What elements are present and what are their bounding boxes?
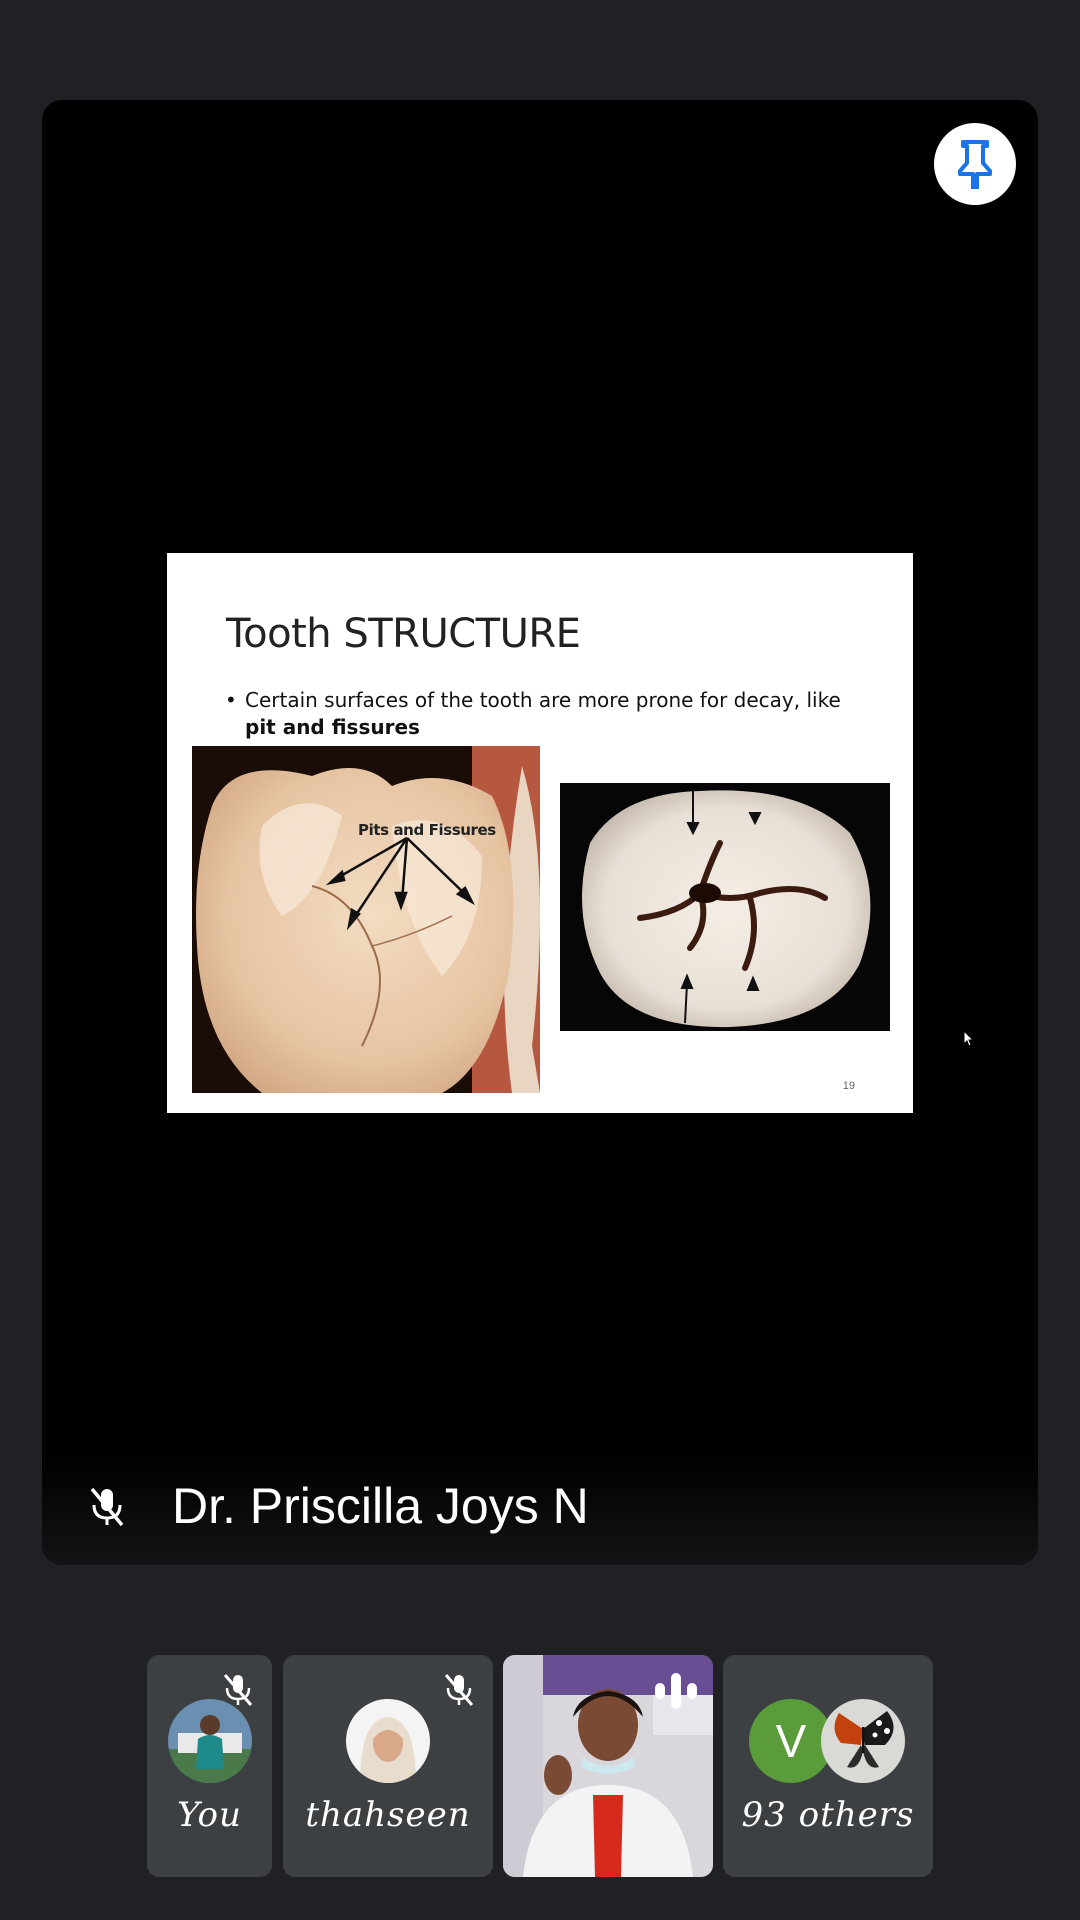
pin-button[interactable]: [934, 123, 1016, 205]
speaker-name: Dr. Priscilla Joys N: [172, 1478, 589, 1534]
slide-page-number: 19: [842, 1080, 855, 1092]
slide-bullet: • Certain surfaces of the tooth are more…: [225, 687, 885, 741]
speaker-info-bar: Dr. Priscilla Joys N: [42, 1455, 1038, 1565]
bullet-text: Certain surfaces of the tooth are more p…: [245, 688, 841, 712]
mic-off-icon: [90, 1487, 124, 1527]
bullet-dot: •: [225, 688, 237, 712]
participant-name: You: [177, 1795, 242, 1835]
presentation-slide: Tooth STRUCTURE • Certain surfaces of th…: [167, 553, 913, 1113]
avatar: [167, 1699, 252, 1783]
speaking-indicator-icon: [655, 1673, 697, 1709]
tooth-photo-left: Pits and Fissures: [192, 746, 540, 1093]
slide-title: Tooth STRUCTURE: [226, 611, 581, 657]
pits-fissures-label: Pits and Fissures: [358, 821, 496, 839]
participant-tile-thahseen[interactable]: thahseen: [283, 1655, 493, 1877]
participant-tile-others[interactable]: V 93 others: [723, 1655, 933, 1877]
mouse-cursor-icon: [963, 1030, 975, 1047]
participant-name: 93 others: [741, 1795, 915, 1835]
participant-tile-you[interactable]: You: [147, 1655, 272, 1877]
avatar: [346, 1699, 430, 1783]
bullet-bold-text: pit and fissures: [245, 715, 420, 739]
pin-icon: [958, 140, 992, 189]
participant-name: thahseen: [305, 1795, 471, 1835]
avatar: [821, 1699, 905, 1783]
mic-off-icon: [444, 1674, 474, 1706]
participant-tile-video[interactable]: [503, 1655, 713, 1877]
tooth-photo-right: [560, 783, 890, 1031]
main-video-stage[interactable]: Tooth STRUCTURE • Certain surfaces of th…: [42, 100, 1038, 1565]
